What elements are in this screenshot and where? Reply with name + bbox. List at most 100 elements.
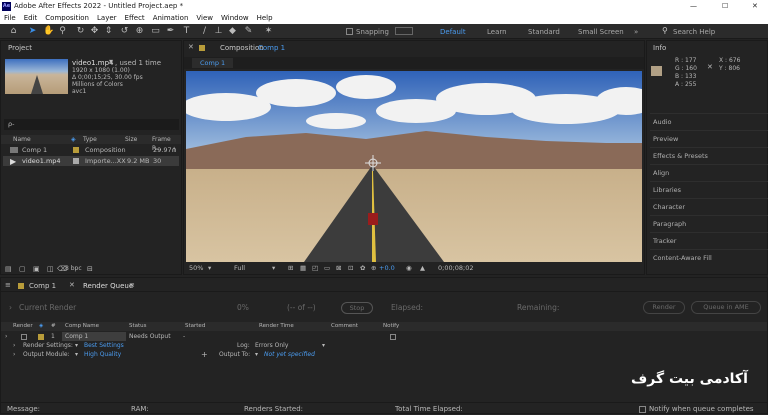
workspace-small-screen[interactable]: Small Screen xyxy=(578,28,624,36)
panel-effects-presets[interactable]: Effects & Presets xyxy=(650,147,768,164)
add-output-icon[interactable]: + xyxy=(201,350,208,359)
menu-effect[interactable]: Effect xyxy=(121,13,149,24)
col-comment[interactable]: Comment xyxy=(331,322,358,331)
new-folder-icon[interactable]: ▢ xyxy=(19,265,26,273)
col-comp-name[interactable]: Comp Name xyxy=(65,322,99,331)
eraser-tool-icon[interactable]: ◆ xyxy=(227,26,238,37)
label-color-swatch[interactable] xyxy=(73,147,79,153)
menu-layer[interactable]: Layer xyxy=(93,13,121,24)
workspace-menu-icon[interactable]: » xyxy=(634,28,638,36)
chevron-down-icon[interactable]: ▾ xyxy=(75,350,78,359)
rotation-tool-icon[interactable]: ↺ xyxy=(119,26,130,37)
close-tab-icon[interactable]: ✕ xyxy=(188,43,194,51)
expand-arrow-icon[interactable]: › xyxy=(13,341,15,350)
tab-comp-1[interactable]: Comp 1 xyxy=(29,282,56,290)
col-size[interactable]: Size xyxy=(125,135,137,144)
close-button[interactable]: ✕ xyxy=(752,0,758,13)
current-render-arrow-icon[interactable]: › xyxy=(9,296,12,320)
transparency-grid-icon[interactable]: ▦ xyxy=(300,263,306,274)
col-render[interactable]: Render xyxy=(13,322,33,331)
workspace-default[interactable]: Default xyxy=(440,28,466,36)
panel-preview[interactable]: Preview xyxy=(650,130,768,147)
channel-icon[interactable]: ⊡ xyxy=(348,263,353,274)
render-checkbox[interactable] xyxy=(21,334,27,340)
chevron-down-icon[interactable]: ▾ xyxy=(208,263,211,274)
chevron-down-icon[interactable]: ▾ xyxy=(75,341,78,350)
project-item-video[interactable]: ▶ video1.mp4 Importe...XX 9.2 MB 30 xyxy=(3,156,179,166)
col-notify[interactable]: Notify xyxy=(383,322,399,331)
col-number[interactable]: # xyxy=(51,322,56,331)
menu-icon[interactable]: ≡ xyxy=(5,281,11,289)
log-select[interactable]: Errors Only xyxy=(255,341,329,349)
hand-tool-icon[interactable]: ✋ xyxy=(43,26,54,37)
project-item-comp[interactable]: Comp 1 Composition 29.97 ⋔ xyxy=(3,145,179,155)
menu-window[interactable]: Window xyxy=(217,13,253,24)
menu-edit[interactable]: Edit xyxy=(20,13,42,24)
rectangle-tool-icon[interactable]: ▭ xyxy=(150,26,161,37)
col-render-time[interactable]: Render Time xyxy=(259,322,294,331)
render-button[interactable]: Render xyxy=(643,301,685,314)
menu-help[interactable]: Help xyxy=(253,13,277,24)
region-of-interest-icon[interactable]: ▭ xyxy=(324,263,330,274)
panel-align[interactable]: Align xyxy=(650,164,768,181)
tab-render-queue[interactable]: Render Queue xyxy=(83,282,133,290)
show-snapshot-icon[interactable]: ▲ xyxy=(420,263,425,274)
panel-tracker[interactable]: Tracker xyxy=(650,232,768,249)
color-management-icon[interactable]: ✿ xyxy=(360,263,365,274)
col-status[interactable]: Status xyxy=(129,322,147,331)
snapshot-icon[interactable]: ◉ xyxy=(406,263,412,274)
composition-viewer[interactable] xyxy=(186,71,642,262)
col-started[interactable]: Started xyxy=(185,322,205,331)
current-timecode[interactable]: 0;00;08;02 xyxy=(438,263,474,274)
puppet-tool-icon[interactable]: ✶ xyxy=(263,26,274,37)
interpret-footage-icon[interactable]: ▤ xyxy=(5,265,12,273)
workspace-standard[interactable]: Standard xyxy=(528,28,560,36)
pen-tool-icon[interactable]: ✒ xyxy=(165,26,176,37)
pan-camera-icon[interactable]: ✥ xyxy=(89,26,100,37)
menu-composition[interactable]: Composition xyxy=(41,13,93,24)
output-to-value[interactable]: Not yet specified xyxy=(264,350,315,359)
snapping-options-icon[interactable] xyxy=(395,27,413,35)
expand-arrow-icon[interactable]: › xyxy=(5,332,7,341)
magnification-select[interactable]: 50% xyxy=(189,263,203,274)
render-queue-item[interactable]: › 1 Comp 1 Needs Output - xyxy=(1,332,767,341)
pan-behind-icon[interactable]: ⊕ xyxy=(134,26,145,37)
mask-visibility-icon[interactable]: ◰ xyxy=(312,263,318,274)
project-panel-title[interactable]: Project xyxy=(8,44,32,52)
composition-name[interactable]: Comp 1 xyxy=(258,44,285,52)
comp-tab[interactable]: Comp 1 xyxy=(192,58,234,68)
flowchart-icon[interactable]: ⋔ xyxy=(171,145,177,155)
output-module-value[interactable]: High Quality xyxy=(84,350,121,359)
tab-menu-icon[interactable]: ≡ xyxy=(129,281,135,289)
dropdown-arrow-icon[interactable]: ▾ xyxy=(109,57,113,66)
grid-guides-icon[interactable]: ⊠ xyxy=(336,263,341,274)
orbit-camera-icon[interactable]: ↻ xyxy=(75,26,86,37)
maximize-button[interactable]: ☐ xyxy=(722,0,728,13)
close-tab-icon[interactable]: ✕ xyxy=(69,281,75,289)
item-comp-name[interactable]: Comp 1 xyxy=(62,332,126,341)
search-help-field[interactable]: Search Help xyxy=(673,28,715,36)
workspace-learn[interactable]: Learn xyxy=(487,28,507,36)
menu-animation[interactable]: Animation xyxy=(149,13,193,24)
stop-button[interactable]: Stop xyxy=(341,302,373,314)
minimize-button[interactable]: — xyxy=(690,0,697,13)
expand-arrow-icon[interactable]: › xyxy=(13,350,15,359)
panel-paragraph[interactable]: Paragraph xyxy=(650,215,768,232)
bit-depth[interactable]: 8 bpc xyxy=(65,265,82,272)
brush-tool-icon[interactable]: ∕ xyxy=(199,26,210,37)
label-color-swatch[interactable] xyxy=(38,334,44,340)
selection-tool-icon[interactable]: ➤ xyxy=(27,26,38,37)
label-tag-icon[interactable]: ◈ xyxy=(71,135,76,144)
exposure-value[interactable]: +0.0 xyxy=(379,263,395,274)
panel-content-aware-fill[interactable]: Content-Aware Fill xyxy=(650,249,768,266)
info-panel-title[interactable]: Info xyxy=(653,44,666,52)
panel-character[interactable]: Character xyxy=(650,198,768,215)
label-color-swatch[interactable] xyxy=(73,158,79,164)
roto-brush-icon[interactable]: ✎ xyxy=(243,26,254,37)
project-search-input[interactable]: ρ- xyxy=(4,119,179,130)
snapping-checkbox[interactable] xyxy=(346,28,353,35)
fast-previews-icon[interactable]: ⊞ xyxy=(288,263,293,274)
chevron-down-icon[interactable]: ▾ xyxy=(322,341,325,350)
panel-libraries[interactable]: Libraries xyxy=(650,181,768,198)
menu-file[interactable]: File xyxy=(0,13,20,24)
